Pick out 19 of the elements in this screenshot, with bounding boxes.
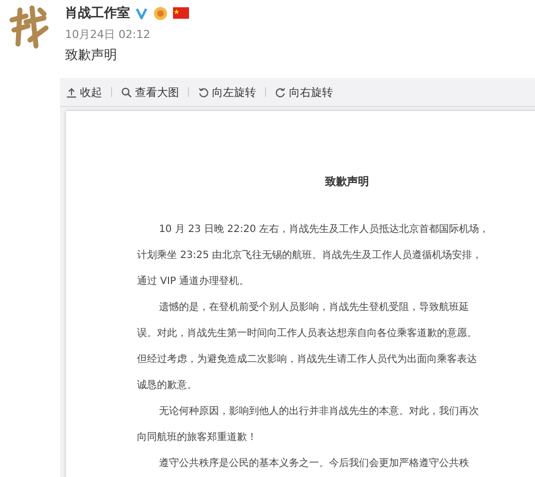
flag-icon [173,7,189,19]
document-paragraph: 无论何种原因，影响到他人的出行并非肖战先生的本意。对此，我们再次 向同航班的旅客郑重道歉！ [137,404,479,445]
upload-arrow-icon [66,86,77,98]
verified-icon [135,6,148,20]
toolbar-button[interactable]: 查看大图 [119,84,181,100]
document-paragraph: 遗憾的是，在登机前受个别人员影响，肖战先生登机受阻，导致航班延 误。对此，肖战先生第一时间向工作人员表达想亲自向各位乘客道歉的意愿。 但经过考虑，为避免造成二次影响，肖战先生请工作人员代为出面向乘客表达 诚恳的歉意。 [137,300,477,393]
toolbar-button[interactable]: 向右旋转 [273,84,335,100]
document-paragraph: 10 月 23 日晚 22:20 左右，肖战先生及工作人员抵达北京首都国际机场， 计划乘坐 23:25 由北京飞往无锡的航班。肖战先生及工作人员遵循机场安排， 通过 VIP 通道办理登机。 [137,222,490,289]
rotate-right-icon [275,86,286,98]
author-name[interactable]: 肖战工作室 [65,4,130,22]
document-title: 致歉声明 [324,174,370,189]
toolbar-button[interactable]: 向左旋转 [196,84,258,100]
badge-icon [153,6,168,20]
rotate-left-icon [198,86,209,98]
toolbar-button[interactable]: 收起 [64,84,104,100]
post-time[interactable]: 10月24日 02:12 [65,27,189,42]
post-text: 致歉声明 [65,47,118,64]
search-icon [121,86,132,98]
document-paragraph: 遵守公共秩序是公民的基本义务之一。今后我们会更加严格遵守公共秩 [158,456,469,471]
